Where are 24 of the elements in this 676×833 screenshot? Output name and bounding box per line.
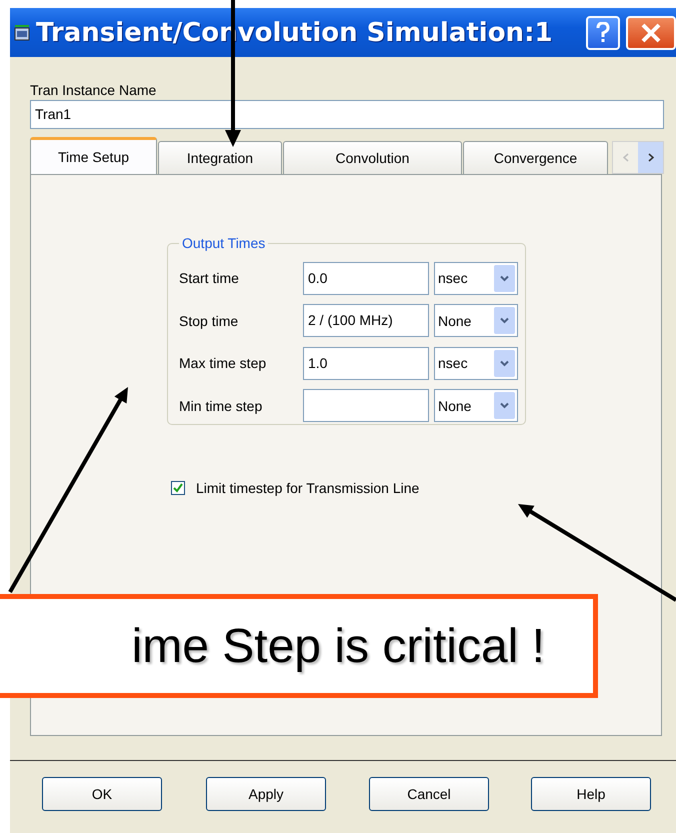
unit-dropdown[interactable]: None <box>434 389 518 422</box>
tab[interactable]: Convergence <box>463 141 608 174</box>
field-label: Tran Instance Name <box>30 82 158 99</box>
field-label: Stop time <box>179 312 240 329</box>
unit-dropdown[interactable]: nsec <box>434 262 518 295</box>
field-label: Min time step <box>179 398 264 414</box>
input-field[interactable]: 2 / (100 MHz) <box>303 304 429 338</box>
input-field[interactable]: 0.0 <box>303 262 429 295</box>
unit-dropdown[interactable]: None <box>434 304 518 338</box>
input-field[interactable]: 1.0 <box>303 346 429 380</box>
tab[interactable]: Convolution <box>283 141 462 174</box>
field-label: Start time <box>179 270 240 286</box>
callout: ime Step is critical ! <box>0 594 598 698</box>
group-title: Output Times <box>181 235 266 251</box>
dialog-button[interactable]: Cancel <box>369 777 489 811</box>
dialog-button[interactable]: OK <box>42 777 162 811</box>
checkbox-label: Limit timestep for Transmission Line <box>196 480 420 496</box>
unit-dropdown[interactable]: nsec <box>434 346 518 380</box>
tab[interactable]: Integration <box>158 141 282 174</box>
dialog-button[interactable]: Help <box>531 777 651 811</box>
tab[interactable]: Time Setup <box>30 137 157 174</box>
instance-name-field[interactable]: Tran1 <box>30 100 664 129</box>
field-label: Max time step <box>179 355 268 372</box>
dialog-button[interactable]: Apply <box>206 777 326 811</box>
